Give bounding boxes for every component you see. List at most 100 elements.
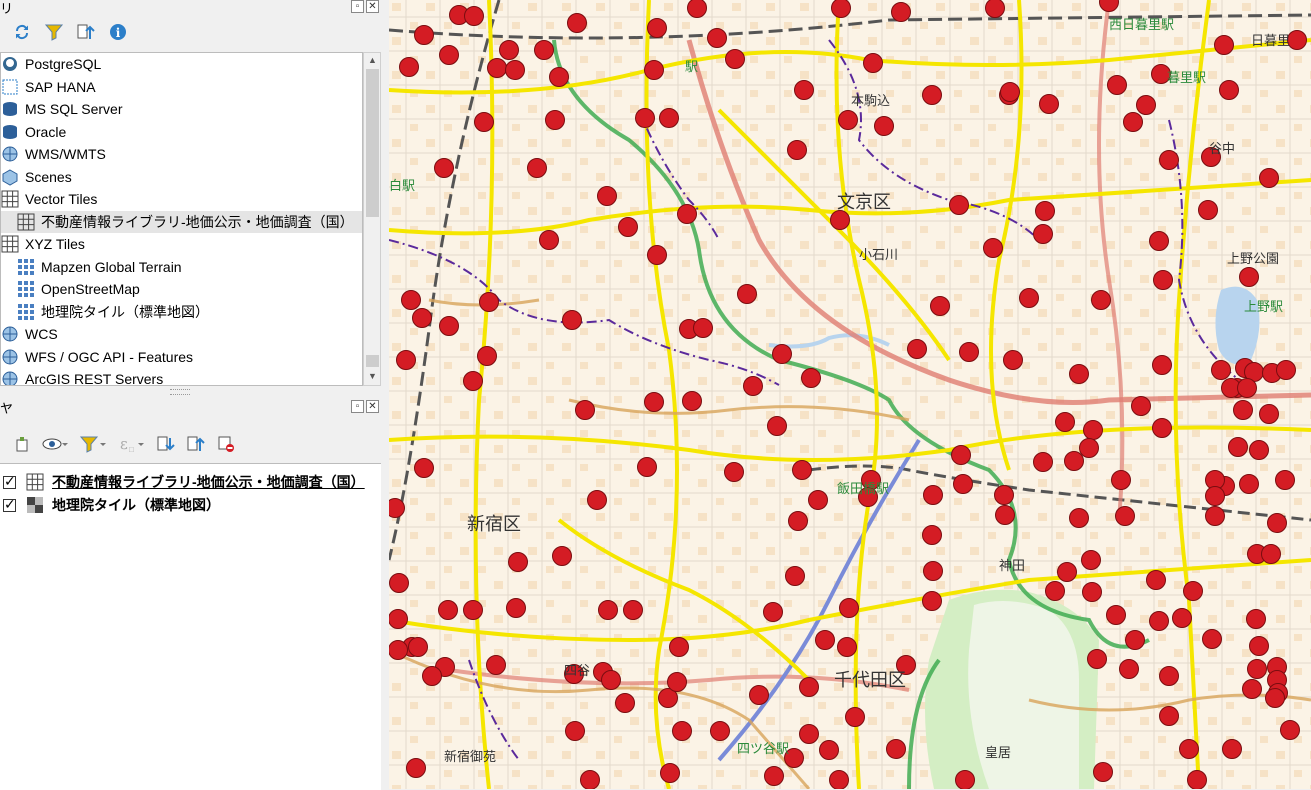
land-price-marker[interactable] — [1064, 451, 1084, 471]
land-price-marker[interactable] — [923, 485, 943, 505]
land-price-marker[interactable] — [1152, 418, 1172, 438]
style-manager-button[interactable] — [10, 432, 34, 456]
land-price-marker[interactable] — [1211, 360, 1231, 380]
browser-item[interactable]: OpenStreetMap — [1, 278, 362, 300]
land-price-marker[interactable] — [477, 346, 497, 366]
land-price-marker[interactable] — [737, 284, 757, 304]
land-price-marker[interactable] — [710, 721, 730, 741]
land-price-marker[interactable] — [647, 245, 667, 265]
land-price-marker[interactable] — [1159, 666, 1179, 686]
land-price-marker[interactable] — [1107, 75, 1127, 95]
land-price-marker[interactable] — [1153, 270, 1173, 290]
land-price-marker[interactable] — [1179, 739, 1199, 759]
land-price-marker[interactable] — [567, 13, 587, 33]
expression-filter-button[interactable]: ε □ — [116, 432, 148, 456]
land-price-marker[interactable] — [637, 457, 657, 477]
remove-layer-button[interactable] — [214, 432, 238, 456]
land-price-marker[interactable] — [1237, 378, 1257, 398]
land-price-marker[interactable] — [1247, 659, 1267, 679]
land-price-marker[interactable] — [951, 445, 971, 465]
scroll-up-icon[interactable]: ▲ — [368, 55, 377, 65]
map-canvas[interactable]: 文京区 小石川 本駒込 新宿区 千代田区 四谷 神田 上野公園 上野駅 西日暮里… — [389, 0, 1311, 789]
browser-scrollbar[interactable]: ▲ ▼ — [363, 52, 381, 386]
close-dock-icon[interactable]: ✕ — [366, 400, 379, 413]
land-price-marker[interactable] — [955, 770, 975, 790]
close-dock-icon[interactable]: ✕ — [366, 0, 379, 13]
panel-splitter-grip[interactable] — [170, 389, 190, 395]
layers-tree[interactable]: 不動産情報ライブラリ-地価公示・地価調査（国） 地理院タイル（標準地図） — [0, 463, 381, 790]
land-price-marker[interactable] — [389, 640, 408, 660]
float-dock-icon[interactable]: ▫ — [351, 0, 364, 13]
land-price-marker[interactable] — [792, 460, 812, 480]
land-price-marker[interactable] — [907, 339, 927, 359]
browser-item[interactable]: WFS / OGC API - Features — [1, 346, 362, 368]
land-price-marker[interactable] — [474, 112, 494, 132]
land-price-marker[interactable] — [1172, 608, 1192, 628]
land-price-marker[interactable] — [1159, 706, 1179, 726]
land-price-marker[interactable] — [922, 525, 942, 545]
land-price-marker[interactable] — [660, 763, 680, 783]
land-price-marker[interactable] — [434, 158, 454, 178]
land-price-marker[interactable] — [1242, 679, 1262, 699]
land-price-marker[interactable] — [565, 721, 585, 741]
dock-splitter[interactable] — [381, 0, 389, 789]
land-price-marker[interactable] — [983, 238, 1003, 258]
browser-item[interactable]: 地理院タイル（標準地図） — [1, 301, 362, 323]
land-price-marker[interactable] — [545, 110, 565, 130]
browser-item[interactable]: PostgreSQL — [1, 53, 362, 75]
land-price-marker[interactable] — [575, 400, 595, 420]
land-price-marker[interactable] — [479, 292, 499, 312]
land-price-marker[interactable] — [743, 376, 763, 396]
land-price-marker[interactable] — [794, 80, 814, 100]
land-price-marker[interactable] — [1228, 437, 1248, 457]
land-price-marker[interactable] — [1057, 562, 1077, 582]
land-price-marker[interactable] — [724, 462, 744, 482]
land-price-marker[interactable] — [1125, 630, 1145, 650]
land-price-marker[interactable] — [463, 371, 483, 391]
land-price-marker[interactable] — [552, 546, 572, 566]
browser-tree[interactable]: PostgreSQL SAP HANA MS SQL Server Oracle WMS… — [0, 52, 363, 386]
land-price-marker[interactable] — [1239, 474, 1259, 494]
land-price-marker[interactable] — [1079, 438, 1099, 458]
land-price-marker[interactable] — [1246, 609, 1266, 629]
land-price-marker[interactable] — [1111, 470, 1131, 490]
land-price-marker[interactable] — [1003, 350, 1023, 370]
land-price-marker[interactable] — [785, 566, 805, 586]
land-price-marker[interactable] — [725, 49, 745, 69]
land-price-marker[interactable] — [623, 600, 643, 620]
land-price-marker[interactable] — [1131, 396, 1151, 416]
land-price-marker[interactable] — [1233, 400, 1253, 420]
land-price-marker[interactable] — [1259, 404, 1279, 424]
land-price-marker[interactable] — [808, 490, 828, 510]
land-price-marker[interactable] — [839, 598, 859, 618]
land-price-marker[interactable] — [587, 490, 607, 510]
land-price-marker[interactable] — [618, 217, 638, 237]
layer-row[interactable]: 不動産情報ライブラリ-地価公示・地価調査（国） — [0, 471, 365, 493]
land-price-marker[interactable] — [414, 458, 434, 478]
land-price-marker[interactable] — [598, 600, 618, 620]
land-price-marker[interactable] — [635, 108, 655, 128]
land-price-marker[interactable] — [1276, 360, 1296, 380]
scroll-thumb[interactable] — [366, 69, 379, 217]
layer-visibility-checkbox[interactable] — [3, 473, 16, 490]
land-price-marker[interactable] — [389, 609, 408, 629]
browser-item[interactable]: ArcGIS REST Servers — [1, 368, 362, 385]
land-price-marker[interactable] — [562, 310, 582, 330]
land-price-marker[interactable] — [1187, 770, 1207, 790]
browser-item[interactable]: 不動産情報ライブラリ-地価公示・地価調査（国） — [1, 210, 362, 233]
land-price-marker[interactable] — [1149, 231, 1169, 251]
land-price-marker[interactable] — [1149, 611, 1169, 631]
land-price-marker[interactable] — [707, 28, 727, 48]
refresh-button[interactable] — [10, 20, 34, 44]
land-price-marker[interactable] — [845, 707, 865, 727]
land-price-marker[interactable] — [923, 561, 943, 581]
land-price-marker[interactable] — [408, 637, 428, 657]
land-price-marker[interactable] — [647, 18, 667, 38]
land-price-marker[interactable] — [389, 573, 409, 593]
scroll-down-icon[interactable]: ▼ — [368, 371, 377, 381]
land-price-marker[interactable] — [499, 40, 519, 60]
land-price-marker[interactable] — [995, 505, 1015, 525]
land-price-marker[interactable] — [831, 0, 851, 18]
browser-item[interactable]: SAP HANA — [1, 76, 362, 98]
land-price-marker[interactable] — [922, 591, 942, 611]
